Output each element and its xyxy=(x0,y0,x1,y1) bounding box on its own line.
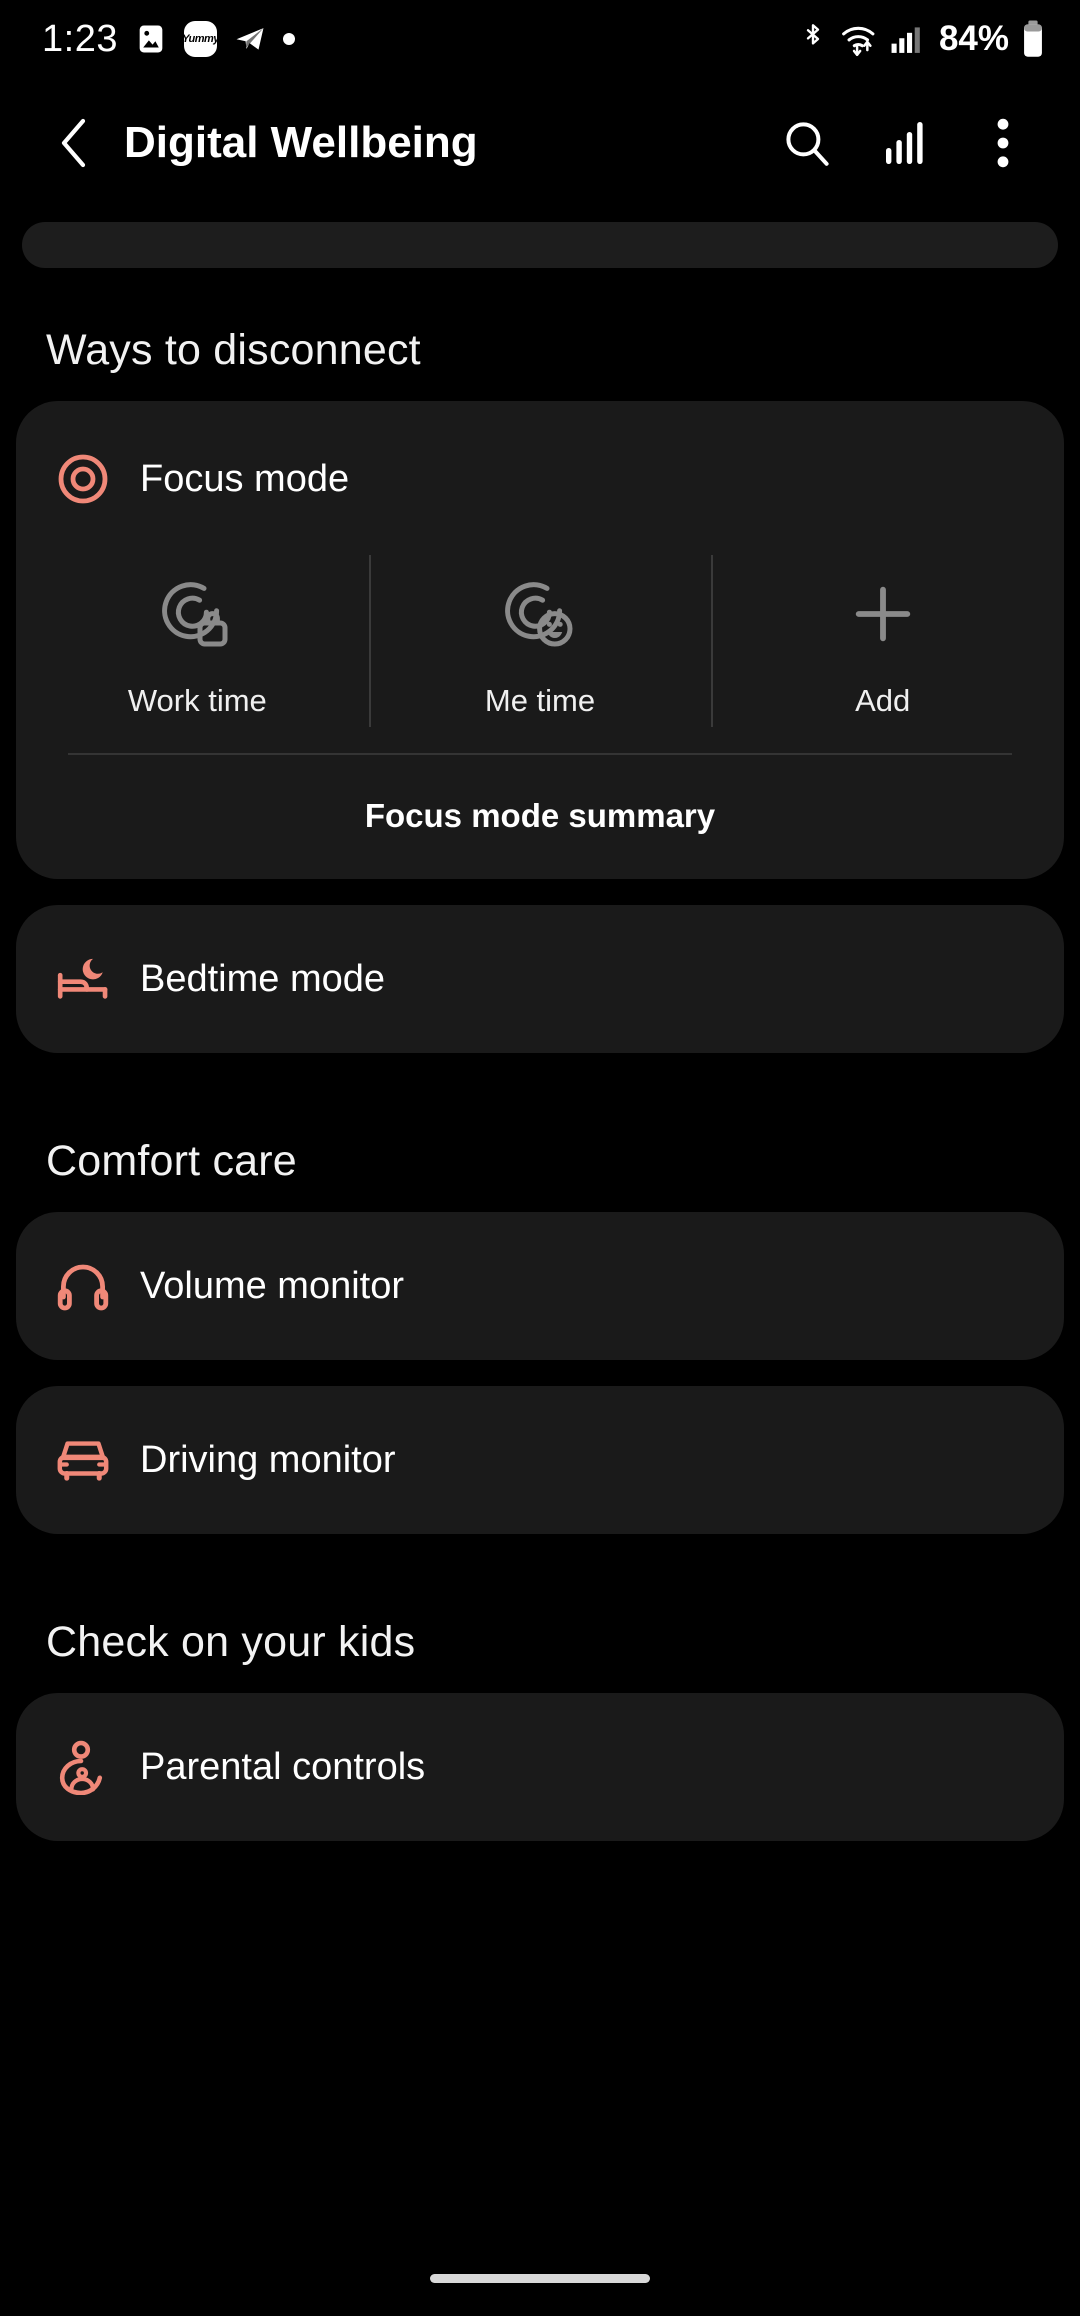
parental-controls-label: Parental controls xyxy=(140,1745,426,1788)
back-button[interactable] xyxy=(44,112,106,174)
bed-moon-icon xyxy=(54,950,112,1008)
driving-monitor-row[interactable]: Driving monitor xyxy=(16,1386,1064,1534)
parent-child-icon xyxy=(54,1738,112,1796)
navigation-bar xyxy=(0,2240,1080,2316)
battery-icon xyxy=(1024,20,1042,57)
search-icon xyxy=(786,122,829,166)
target-briefcase-icon xyxy=(157,571,237,657)
focus-mode-shortcuts: Work time Me time Add xyxy=(16,541,1064,753)
parental-controls-card[interactable]: Parental controls xyxy=(16,1693,1064,1841)
focus-shortcut-label: Me time xyxy=(484,683,596,718)
cellular-signal-icon xyxy=(891,27,920,53)
focus-mode-row[interactable]: Focus mode xyxy=(16,401,1064,541)
headphones-icon xyxy=(54,1257,112,1315)
status-bar-left: 1:23 Yummy xyxy=(42,18,295,61)
focus-shortcut-work-time[interactable]: Work time xyxy=(26,541,369,741)
focus-mode-summary-button[interactable]: Focus mode summary xyxy=(16,755,1064,879)
telegram-icon xyxy=(236,28,264,50)
focus-shortcut-label: Work time xyxy=(127,683,267,718)
focus-mode-card: Focus mode Work time Me time Add Focus m… xyxy=(16,401,1064,879)
search-button[interactable] xyxy=(776,112,838,174)
dot-icon xyxy=(282,33,295,45)
volume-monitor-row[interactable]: Volume monitor xyxy=(16,1212,1064,1360)
wifi-icon xyxy=(842,26,875,57)
bedtime-mode-card[interactable]: Bedtime mode xyxy=(16,905,1064,1053)
plus-icon xyxy=(848,571,918,657)
battery-percent-label: 84% xyxy=(938,19,1009,58)
target-icon xyxy=(54,450,112,508)
focus-shortcut-label: Add xyxy=(855,683,911,718)
usage-chart-button[interactable] xyxy=(874,112,936,174)
focus-shortcut-add[interactable]: Add xyxy=(711,541,1054,741)
app-bar: Digital Wellbeing xyxy=(0,78,1080,208)
bedtime-mode-label: Bedtime mode xyxy=(140,957,386,1000)
focus-mode-label: Focus mode xyxy=(140,457,350,500)
status-bar: 1:23 Yummy 8 xyxy=(0,0,1080,78)
focus-shortcut-me-time[interactable]: Me time xyxy=(368,541,712,741)
more-options-button[interactable] xyxy=(972,112,1034,174)
bluetooth-icon xyxy=(806,24,820,45)
bedtime-mode-row[interactable]: Bedtime mode xyxy=(16,905,1064,1053)
volume-monitor-label: Volume monitor xyxy=(140,1264,405,1307)
volume-monitor-card[interactable]: Volume monitor xyxy=(16,1212,1064,1360)
image-icon xyxy=(139,25,163,53)
app-bar-actions xyxy=(776,112,1034,174)
car-icon xyxy=(54,1431,112,1489)
driving-monitor-label: Driving monitor xyxy=(140,1438,396,1481)
target-smiley-icon xyxy=(500,571,580,657)
search-bar-placeholder[interactable] xyxy=(22,222,1058,268)
bar-chart-icon xyxy=(886,122,923,164)
yummy-app-icon: Yummy xyxy=(183,21,217,57)
section-header-check-on-your-kids: Check on your kids xyxy=(46,1618,416,1666)
section-header-comfort-care: Comfort care xyxy=(46,1137,297,1185)
parental-controls-row[interactable]: Parental controls xyxy=(16,1693,1064,1841)
home-gesture-pill[interactable] xyxy=(430,2273,650,2283)
more-options-icon xyxy=(997,118,1009,168)
section-header-ways-to-disconnect: Ways to disconnect xyxy=(46,326,421,374)
status-bar-clock: 1:23 xyxy=(42,17,118,60)
settings-list: Ways to disconnect Focus mode Work time … xyxy=(0,268,1080,1841)
back-chevron-icon xyxy=(61,118,86,168)
status-bar-right: 84% xyxy=(798,19,1046,59)
driving-monitor-card[interactable]: Driving monitor xyxy=(16,1386,1064,1534)
page-title: Digital Wellbeing xyxy=(124,118,478,167)
